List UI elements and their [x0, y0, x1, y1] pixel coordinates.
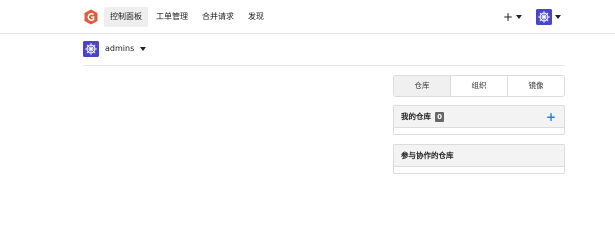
nav-dashboard[interactable]: 控制面板: [104, 7, 148, 27]
main-nav: 控制面板 工单管理 合并请求 发现: [104, 7, 270, 27]
top-navbar: 控制面板 工单管理 合并请求 发现 +: [0, 0, 615, 34]
tab-repositories[interactable]: 仓库: [394, 76, 450, 96]
plus-icon: +: [502, 10, 513, 24]
avatar-icon: [536, 9, 552, 25]
my-repositories-list: [394, 128, 564, 134]
repo-count-badge: 0: [435, 111, 444, 122]
add-repository-button[interactable]: +: [546, 110, 556, 124]
nav-issues[interactable]: 工单管理: [150, 7, 194, 27]
context-username: admins: [105, 44, 135, 53]
create-dropdown[interactable]: +: [503, 11, 522, 23]
caret-down-icon: [516, 15, 522, 19]
collaborative-repositories-panel: 参与协作的仓库: [393, 144, 565, 174]
dashboard-tabs: 仓库 组织 镜像: [393, 75, 565, 97]
collaborative-repositories-title: 参与协作的仓库: [401, 151, 454, 160]
collaborative-repositories-list: [394, 167, 564, 173]
collaborative-repositories-header: 参与协作的仓库: [394, 145, 564, 167]
divider: [83, 65, 565, 66]
nav-pull-requests[interactable]: 合并请求: [196, 7, 240, 27]
user-avatar-icon: [83, 41, 99, 57]
context-user-switcher[interactable]: admins: [83, 41, 147, 57]
caret-down-icon: [555, 15, 561, 19]
tab-mirrors[interactable]: 镜像: [507, 76, 564, 96]
user-menu-dropdown[interactable]: [536, 9, 561, 25]
nav-explore[interactable]: 发现: [242, 7, 270, 27]
my-repositories-panel: 我的仓库 0 +: [393, 105, 565, 135]
tab-organizations[interactable]: 组织: [450, 76, 507, 96]
navbar-right: +: [503, 9, 561, 25]
caret-down-icon: [140, 47, 147, 51]
my-repositories-header: 我的仓库 0 +: [394, 106, 564, 128]
my-repositories-title: 我的仓库: [401, 112, 431, 121]
gitea-logo-icon[interactable]: [83, 9, 99, 25]
